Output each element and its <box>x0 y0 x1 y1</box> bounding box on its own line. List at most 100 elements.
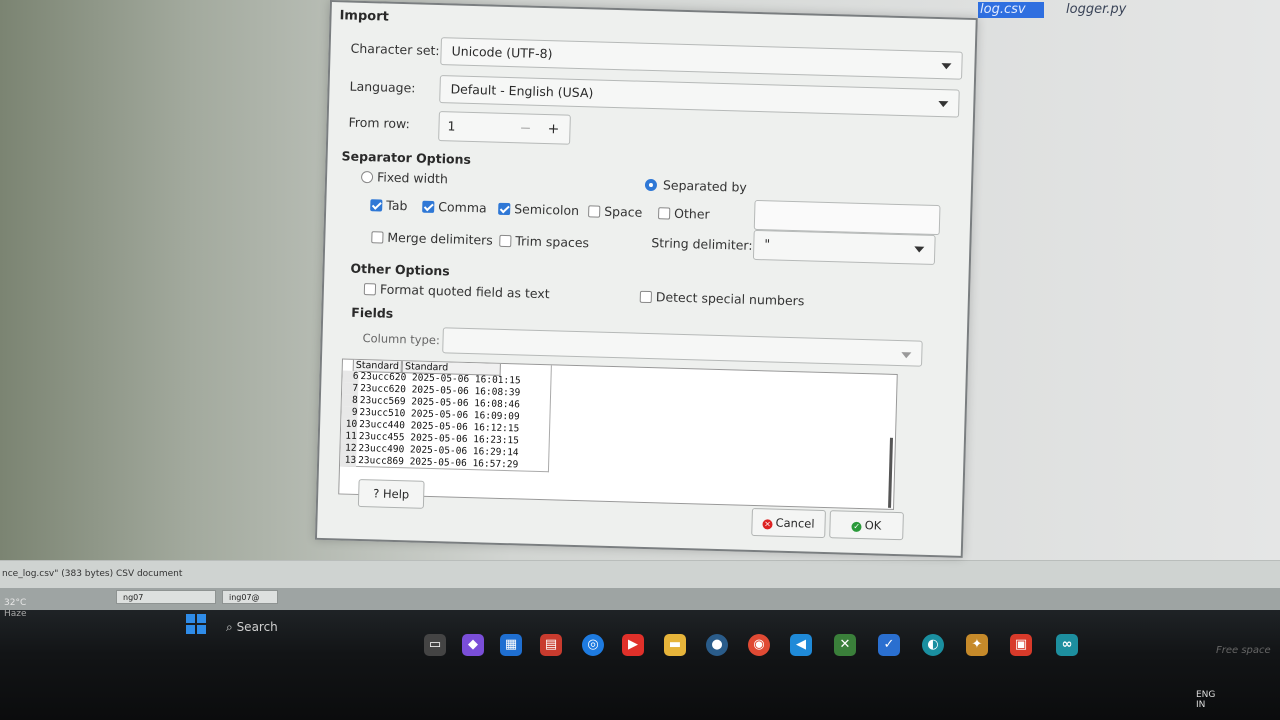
language-indicator[interactable]: ENG IN <box>1196 690 1215 710</box>
cell-id: 23ucc620 <box>360 371 407 384</box>
youtube-icon[interactable]: ▶ <box>622 634 644 656</box>
language-value: Default - English (USA) <box>450 81 594 101</box>
merge-delimiters-label: Merge delimiters <box>387 229 494 248</box>
store-icon[interactable]: ▦ <box>500 634 522 656</box>
cancel-label: Cancel <box>775 515 815 531</box>
semicolon-checkbox[interactable] <box>498 202 511 216</box>
cell-id: 23ucc490 <box>358 442 405 456</box>
row-number: 10 <box>340 418 358 431</box>
column-type-label: Column type: <box>362 331 441 348</box>
chevron-down-icon <box>938 101 949 108</box>
ok-label: OK <box>864 518 882 533</box>
space-checkbox[interactable] <box>588 205 601 218</box>
detect-special-checkbox[interactable] <box>639 290 652 304</box>
charset-value: Unicode (UTF-8) <box>451 43 553 62</box>
row-number: 13 <box>339 454 357 467</box>
lang-code: ENG <box>1196 690 1216 700</box>
ok-icon: ✓ <box>851 521 862 533</box>
row-number: 12 <box>340 442 357 455</box>
separated-by-label: Separated by <box>662 177 748 195</box>
help-button[interactable]: ? Help <box>357 478 425 509</box>
weather-temp: 32°C <box>4 598 27 608</box>
row-number: 11 <box>340 430 357 443</box>
app-icon[interactable]: ▤ <box>540 634 562 656</box>
app-tool-icon[interactable]: ✕ <box>834 634 856 656</box>
app-puzzle-icon[interactable]: ✦ <box>966 634 988 656</box>
charset-select[interactable]: Unicode (UTF-8) <box>440 37 963 80</box>
cell-id: 23ucc510 <box>359 406 406 420</box>
other-checkbox[interactable] <box>658 207 671 220</box>
cell-id: 23ucc455 <box>358 430 405 444</box>
row-number: 7 <box>341 382 359 395</box>
ok-button[interactable]: ✓ OK <box>829 510 904 541</box>
window-list: ng07 ing07@ <box>0 588 1280 610</box>
language-label: Language: <box>349 78 416 96</box>
separator-options-heading: Separator Options <box>341 148 472 167</box>
row-number: 6 <box>342 370 359 383</box>
fixed-width-radio[interactable] <box>360 170 374 184</box>
row-number: 8 <box>341 394 358 407</box>
taskbar-window-terminal[interactable]: ing07@ <box>222 590 278 604</box>
charset-label: Character set: <box>350 40 440 59</box>
file-explorer-icon[interactable]: ▬ <box>664 634 686 656</box>
vscode-icon[interactable]: ◀ <box>790 634 812 656</box>
task-view-icon[interactable]: ▭ <box>424 634 446 656</box>
file-log-csv[interactable]: log.csv <box>978 2 1044 18</box>
string-delimiter-select[interactable]: " <box>752 229 936 265</box>
edge-icon[interactable]: ◐ <box>922 634 944 656</box>
row-number: 9 <box>341 406 358 419</box>
cell-id: 23ucc440 <box>359 418 406 432</box>
cancel-button[interactable]: × Cancel <box>751 507 826 539</box>
other-options-heading: Other Options <box>350 260 450 279</box>
trim-spaces-checkbox[interactable] <box>499 234 512 248</box>
trim-spaces-label: Trim spaces <box>515 233 590 251</box>
weather-widget[interactable]: 32°C Haze <box>4 598 27 620</box>
search-icon: ⌕ <box>226 620 233 634</box>
string-delimiter-label: String delimiter: <box>651 235 753 253</box>
cell-id: 23ucc869 <box>358 454 405 468</box>
other-label: Other <box>673 205 710 222</box>
tab-checkbox[interactable] <box>370 199 383 212</box>
merge-delimiters-checkbox[interactable] <box>371 231 384 244</box>
language-select[interactable]: Default - English (USA) <box>439 75 960 118</box>
semicolon-label: Semicolon <box>514 201 580 219</box>
cancel-icon: × <box>762 519 773 530</box>
from-row-stepper[interactable]: 1 − + <box>438 111 571 145</box>
detect-special-label: Detect special numbers <box>655 289 805 309</box>
file-manager-status-bar: nce_log.csv" (383 bytes) CSV document <box>0 560 1280 589</box>
arduino-icon[interactable]: ∞ <box>1056 634 1078 656</box>
copilot-icon[interactable]: ◆ <box>462 634 484 656</box>
reader-icon[interactable]: ▣ <box>1010 634 1032 656</box>
taskbar-window-ng07[interactable]: ng07 <box>116 590 216 604</box>
tab-label: Tab <box>386 197 408 214</box>
dialog-title: Import <box>339 8 390 25</box>
comma-checkbox[interactable] <box>422 200 435 213</box>
decrement-button[interactable]: − <box>515 118 536 139</box>
file-logger-py[interactable]: logger.py <box>1066 2 1126 17</box>
browser-icon[interactable]: ◎ <box>582 634 604 656</box>
column-type-select[interactable] <box>442 327 923 367</box>
chevron-down-icon <box>901 352 912 359</box>
import-dialog: Import Character set: Unicode (UTF-8) La… <box>314 0 978 558</box>
cell-timestamp: 2025-05-06 16:57:29 <box>409 456 519 471</box>
windows-start-icon[interactable] <box>186 614 206 634</box>
fixed-width-label: Fixed width <box>376 169 449 187</box>
chevron-down-icon <box>941 63 952 70</box>
space-label: Space <box>603 203 643 220</box>
increment-button[interactable]: + <box>543 119 564 140</box>
from-row-label: From row: <box>348 114 411 132</box>
separated-by-radio[interactable] <box>644 178 658 192</box>
free-space-label: Free space <box>1216 645 1271 656</box>
lang-region: IN <box>1196 700 1206 710</box>
fields-heading: Fields <box>351 304 394 321</box>
from-row-value: 1 <box>447 118 456 134</box>
status-text: nce_log.csv" (383 bytes) CSV document <box>2 569 183 579</box>
chrome-icon[interactable]: ◉ <box>748 634 770 656</box>
chevron-down-icon <box>914 246 925 253</box>
comma-label: Comma <box>438 199 487 216</box>
taskbar-search[interactable]: ⌕ Search <box>226 620 278 635</box>
format-quoted-checkbox[interactable] <box>363 283 377 296</box>
cell-id: 23ucc569 <box>359 394 406 408</box>
app-globe-icon[interactable]: ● <box>706 634 728 656</box>
todo-icon[interactable]: ✓ <box>878 634 900 656</box>
